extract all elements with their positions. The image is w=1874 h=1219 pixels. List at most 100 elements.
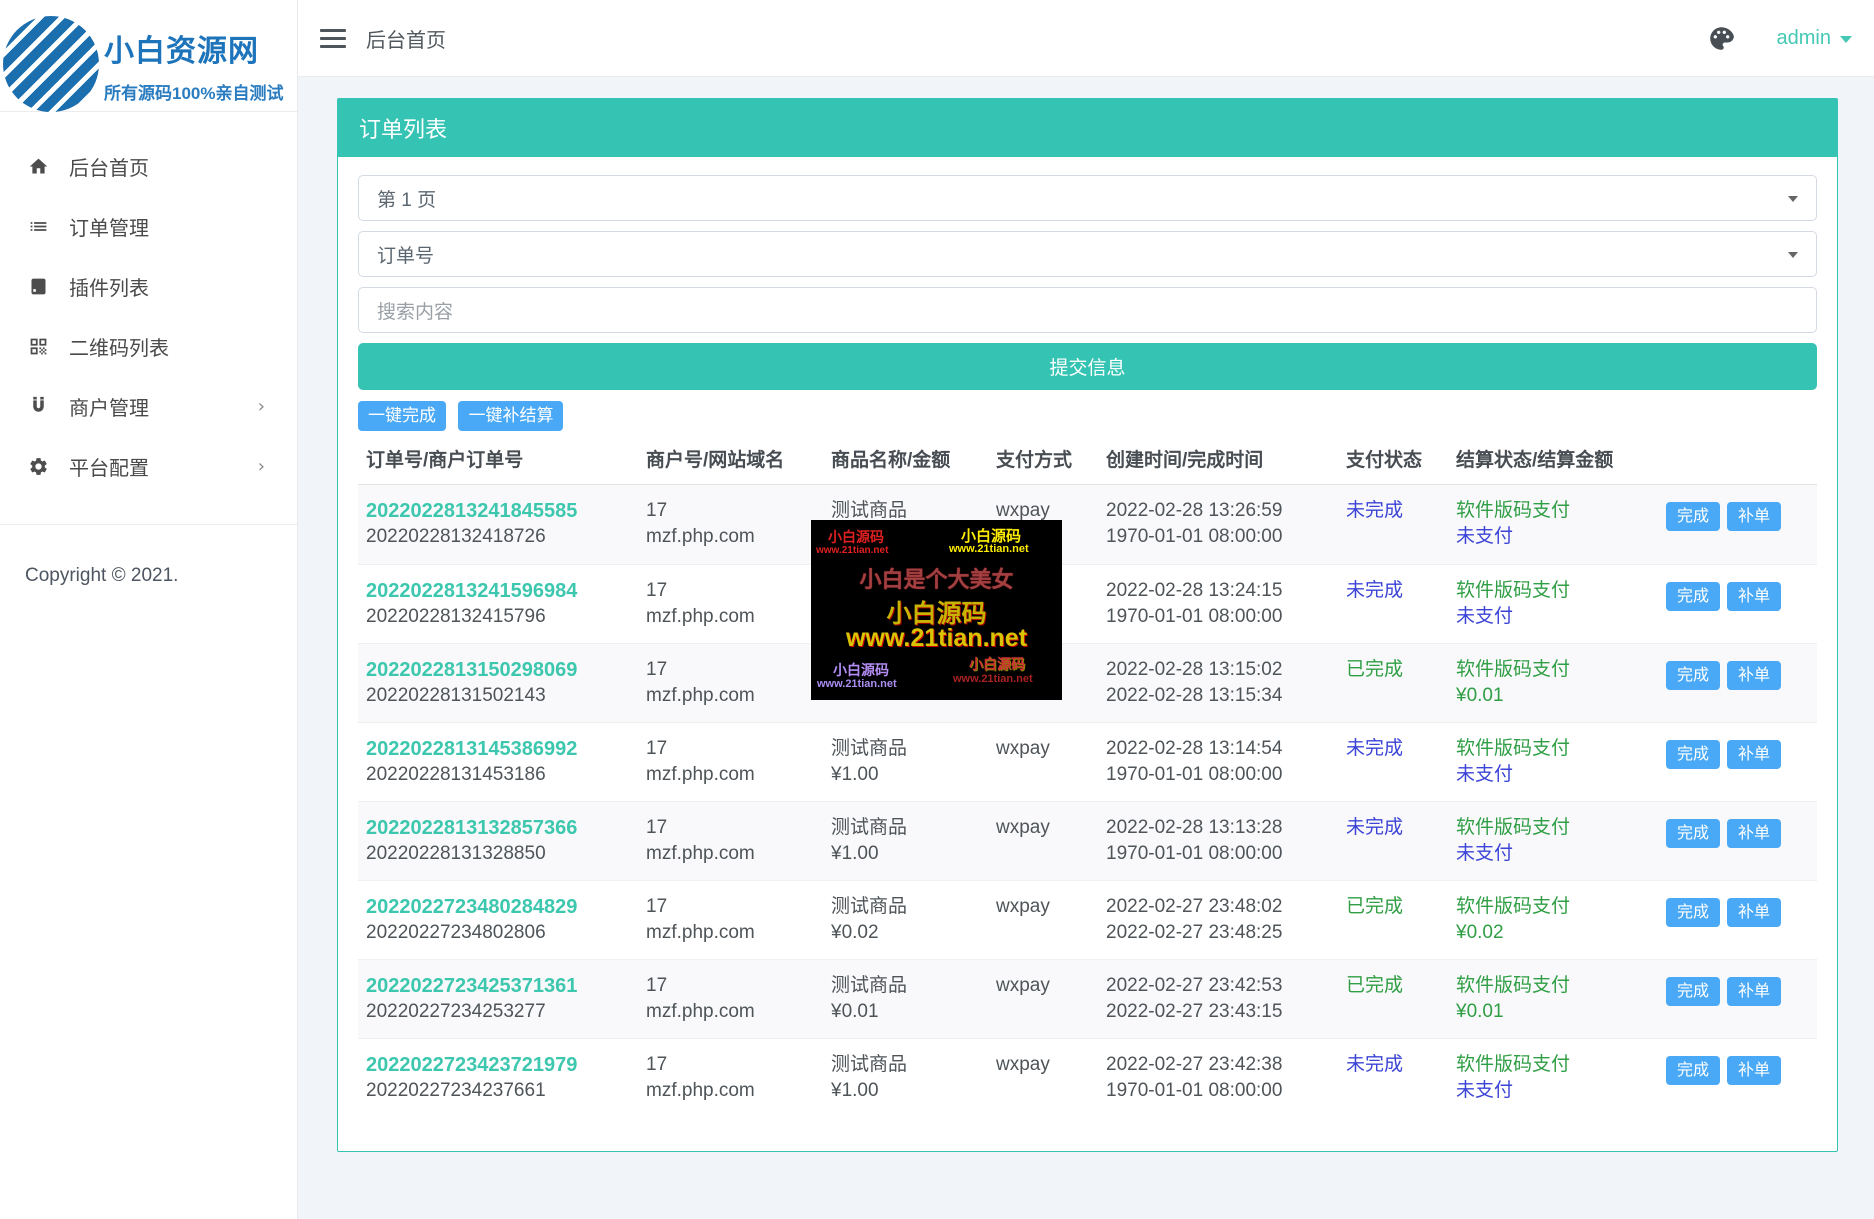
table-row: 2022022723425371361 20220227234253277 17…: [358, 959, 1817, 1038]
page-select-value: 第 1 页: [377, 185, 436, 212]
table-row: 2022022723480284829 20220227234802806 17…: [358, 880, 1817, 959]
order-number-link[interactable]: 2022022813150298069: [366, 657, 638, 683]
order-number-link[interactable]: 2022022723425371361: [366, 973, 638, 999]
settle-value: ¥0.02: [1456, 920, 1658, 946]
sidebar-item-label: 商户管理: [69, 392, 149, 421]
table-row: 2022022813150298069 20220228131502143 17…: [358, 643, 1817, 722]
sidebar-item-home[interactable]: 后台首页: [0, 136, 297, 196]
user-menu[interactable]: admin: [1777, 27, 1852, 50]
merchant-order-number: 20220227234802806: [366, 922, 546, 943]
sidebar-item-platform-config[interactable]: 平台配置 ›: [0, 436, 297, 496]
table-row: 2022022813241845585 20220228132418726 17…: [358, 485, 1817, 564]
complete-button[interactable]: 完成: [1666, 502, 1720, 531]
home-icon: [28, 156, 49, 177]
pay-status: 已完成: [1346, 896, 1403, 917]
supplement-button[interactable]: 补单: [1727, 1056, 1781, 1085]
hamburger-menu-icon[interactable]: [320, 29, 346, 48]
sidebar-item-merchants[interactable]: 商户管理 ›: [0, 376, 297, 436]
site-domain: mzf.php.com: [646, 683, 823, 709]
complete-all-button[interactable]: 一键完成: [358, 401, 446, 431]
pay-status: 未完成: [1346, 580, 1403, 601]
pay-method: wxpay: [996, 736, 1098, 762]
pay-status: 未完成: [1346, 817, 1403, 838]
page-select[interactable]: 第 1 页: [358, 175, 1817, 221]
settle-value: ¥0.01: [1456, 999, 1658, 1025]
sidebar-item-plugins[interactable]: 插件列表: [0, 256, 297, 316]
pay-method: wxpay: [996, 973, 1098, 999]
site-domain: mzf.php.com: [646, 920, 823, 946]
merchant-id: 17: [646, 736, 823, 762]
sidebar-item-qrcodes[interactable]: 二维码列表: [0, 316, 297, 376]
merchant-id: 17: [646, 815, 823, 841]
submit-button[interactable]: 提交信息: [358, 343, 1817, 390]
chevron-right-icon: ›: [258, 396, 265, 417]
sidebar-item-label: 二维码列表: [69, 332, 169, 361]
site-domain: mzf.php.com: [646, 524, 823, 550]
search-input[interactable]: 搜索内容: [358, 287, 1817, 333]
complete-button[interactable]: 完成: [1666, 740, 1720, 769]
field-select[interactable]: 订单号: [358, 231, 1817, 277]
settle-status: 软件版码支付: [1456, 894, 1658, 920]
table-row: 2022022813145386992 20220228131453186 17…: [358, 722, 1817, 801]
supplement-button[interactable]: 补单: [1727, 582, 1781, 611]
pay-status: 已完成: [1346, 975, 1403, 996]
caret-down-icon: [1840, 36, 1852, 43]
product-amount: ¥1.00: [831, 841, 988, 867]
complete-button[interactable]: 完成: [1666, 661, 1720, 690]
supplement-button[interactable]: 补单: [1727, 661, 1781, 690]
created-time: 2022-02-28 13:15:02: [1106, 657, 1338, 683]
complete-button[interactable]: 完成: [1666, 898, 1720, 927]
pay-status: 已完成: [1346, 659, 1403, 680]
sidebar-item-orders[interactable]: 订单管理: [0, 196, 297, 256]
supplement-button[interactable]: 补单: [1727, 740, 1781, 769]
sidebar-menu: 后台首页 订单管理 插件列表 二维码列表 商户管理 › 平台配置 ›: [0, 112, 297, 496]
settle-value: 未支付: [1456, 524, 1658, 550]
order-number-link[interactable]: 2022022813145386992: [366, 736, 638, 762]
settle-status: 软件版码支付: [1456, 1052, 1658, 1078]
product-name: 测试商品: [831, 736, 988, 762]
supplement-button[interactable]: 补单: [1727, 502, 1781, 531]
finished-time: 1970-01-01 08:00:00: [1106, 762, 1338, 788]
order-number-link[interactable]: 2022022723480284829: [366, 894, 638, 920]
complete-button[interactable]: 完成: [1666, 1056, 1720, 1085]
merchant-order-number: 20220227234237661: [366, 1080, 546, 1101]
supplement-button[interactable]: 补单: [1727, 898, 1781, 927]
supplement-button[interactable]: 补单: [1727, 819, 1781, 848]
complete-button[interactable]: 完成: [1666, 977, 1720, 1006]
pay-method: wxpay: [996, 1052, 1098, 1078]
order-number-link[interactable]: 2022022813132857366: [366, 815, 638, 841]
order-number-link[interactable]: 2022022813241845585: [366, 498, 638, 524]
product-name: 测试商品: [831, 815, 988, 841]
merchant-id: 17: [646, 894, 823, 920]
supplement-button[interactable]: 补单: [1727, 977, 1781, 1006]
created-time: 2022-02-28 13:14:54: [1106, 736, 1338, 762]
table-row: 2022022723423721979 20220227234237661 17…: [358, 1038, 1817, 1117]
order-number-link[interactable]: 2022022813241596984: [366, 578, 638, 604]
list-icon: [28, 216, 49, 237]
topbar-title: 后台首页: [366, 24, 446, 53]
created-time: 2022-02-27 23:42:38: [1106, 1052, 1338, 1078]
settle-value: 未支付: [1456, 1078, 1658, 1104]
finished-time: 1970-01-01 08:00:00: [1106, 841, 1338, 867]
finished-time: 2022-02-27 23:48:25: [1106, 920, 1338, 946]
brand-logo-icon: [3, 16, 99, 112]
theme-palette-icon[interactable]: [1708, 25, 1735, 52]
merchant-order-number: 20220228131453186: [366, 764, 546, 785]
table-header: 订单号/商户订单号 商户号/网站域名 商品名称/金额 支付方式 创建时间/完成时…: [358, 431, 1817, 485]
pay-status: 未完成: [1346, 738, 1403, 759]
merchant-id: 17: [646, 657, 823, 683]
settle-status: 软件版码支付: [1456, 498, 1658, 524]
order-number-link[interactable]: 2022022723423721979: [366, 1052, 638, 1078]
select-caret-icon: [1788, 252, 1798, 258]
sidebar-item-label: 插件列表: [69, 272, 149, 301]
complete-button[interactable]: 完成: [1666, 819, 1720, 848]
pay-method: wxpay: [996, 894, 1098, 920]
merchant-id: 17: [646, 973, 823, 999]
created-time: 2022-02-27 23:48:02: [1106, 894, 1338, 920]
finished-time: 1970-01-01 08:00:00: [1106, 604, 1338, 630]
complete-button[interactable]: 完成: [1666, 582, 1720, 611]
product-amount: ¥0.02: [831, 920, 988, 946]
site-domain: mzf.php.com: [646, 841, 823, 867]
settle-status: 软件版码支付: [1456, 815, 1658, 841]
settle-all-button[interactable]: 一键补结算: [458, 401, 563, 431]
